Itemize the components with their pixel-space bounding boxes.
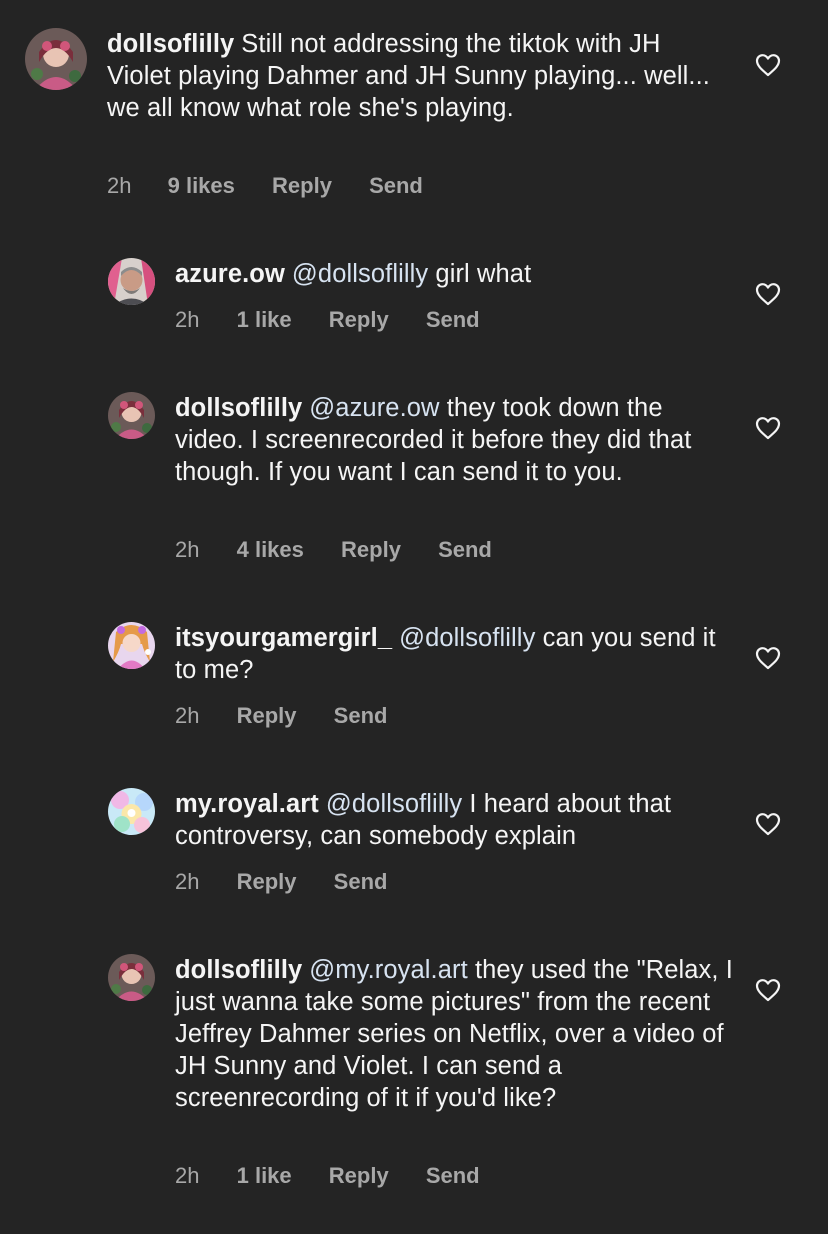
username[interactable]: dollsoflilly (175, 956, 302, 984)
avatar[interactable] (108, 392, 155, 439)
comment-actions: 2h 1 like Reply Send (175, 1163, 480, 1189)
heart-outline-icon[interactable] (755, 282, 781, 306)
timestamp: 2h (175, 869, 200, 894)
send-button[interactable]: Send (334, 703, 388, 729)
comment-text: itsyourgamergirl_ @dollsoflilly can you s… (175, 622, 735, 686)
comment-actions: 2h 1 like Reply Send (175, 307, 480, 333)
reply-button[interactable]: Reply (329, 307, 389, 333)
comment-text: dollsoflilly Still not addressing the tik… (107, 28, 717, 124)
reply-button[interactable]: Reply (237, 869, 297, 895)
reply-button[interactable]: Reply (329, 1163, 389, 1189)
heart-outline-icon[interactable] (755, 978, 781, 1002)
avatar[interactable] (108, 622, 155, 669)
comment-text: dollsoflilly @azure.ow they took down the… (175, 392, 735, 488)
username[interactable]: my.royal.art (175, 790, 319, 818)
send-button[interactable]: Send (426, 307, 480, 333)
avatar[interactable] (108, 258, 155, 305)
comment-actions: 2h 4 likes Reply Send (175, 537, 492, 563)
comment-actions: 2h Reply Send (175, 869, 387, 895)
reply-button[interactable]: Reply (237, 703, 297, 729)
comment-actions: 2h Reply Send (175, 703, 387, 729)
mention-link[interactable]: @dollsoflilly (399, 624, 535, 652)
avatar[interactable] (108, 954, 155, 1001)
send-button[interactable]: Send (369, 173, 423, 199)
avatar[interactable] (25, 28, 87, 90)
timestamp: 2h (175, 703, 200, 728)
send-button[interactable]: Send (438, 537, 492, 563)
reply-button[interactable]: Reply (272, 173, 332, 199)
avatar[interactable] (108, 788, 155, 835)
comment-text: azure.ow @dollsoflilly girl what (175, 258, 735, 290)
comment-text: my.royal.art @dollsoflilly I heard about … (175, 788, 735, 852)
timestamp: 2h (175, 537, 200, 562)
likes-count[interactable]: 4 likes (237, 537, 304, 563)
timestamp: 2h (107, 173, 132, 198)
heart-outline-icon[interactable] (755, 646, 781, 670)
mention-link[interactable]: @dollsoflilly (292, 260, 428, 288)
heart-outline-icon[interactable] (755, 416, 781, 440)
likes-count[interactable]: 9 likes (168, 173, 235, 199)
mention-link[interactable]: @dollsoflilly (326, 790, 462, 818)
username[interactable]: dollsoflilly (175, 394, 302, 422)
reply-button[interactable]: Reply (341, 537, 401, 563)
send-button[interactable]: Send (334, 869, 388, 895)
send-button[interactable]: Send (426, 1163, 480, 1189)
username[interactable]: azure.ow (175, 260, 285, 288)
timestamp: 2h (175, 307, 200, 332)
mention-link[interactable]: @azure.ow (309, 394, 439, 422)
username[interactable]: dollsoflilly (107, 30, 234, 58)
comment-text: dollsoflilly @my.royal.art they used the … (175, 954, 735, 1114)
username[interactable]: itsyourgamergirl_ (175, 624, 392, 652)
heart-outline-icon[interactable] (755, 53, 781, 77)
likes-count[interactable]: 1 like (237, 1163, 292, 1189)
heart-outline-icon[interactable] (755, 812, 781, 836)
comment-actions: 2h 9 likes Reply Send (107, 173, 423, 199)
mention-link[interactable]: @my.royal.art (309, 956, 467, 984)
comment-body: girl what (435, 260, 532, 288)
likes-count[interactable]: 1 like (237, 307, 292, 333)
timestamp: 2h (175, 1163, 200, 1188)
